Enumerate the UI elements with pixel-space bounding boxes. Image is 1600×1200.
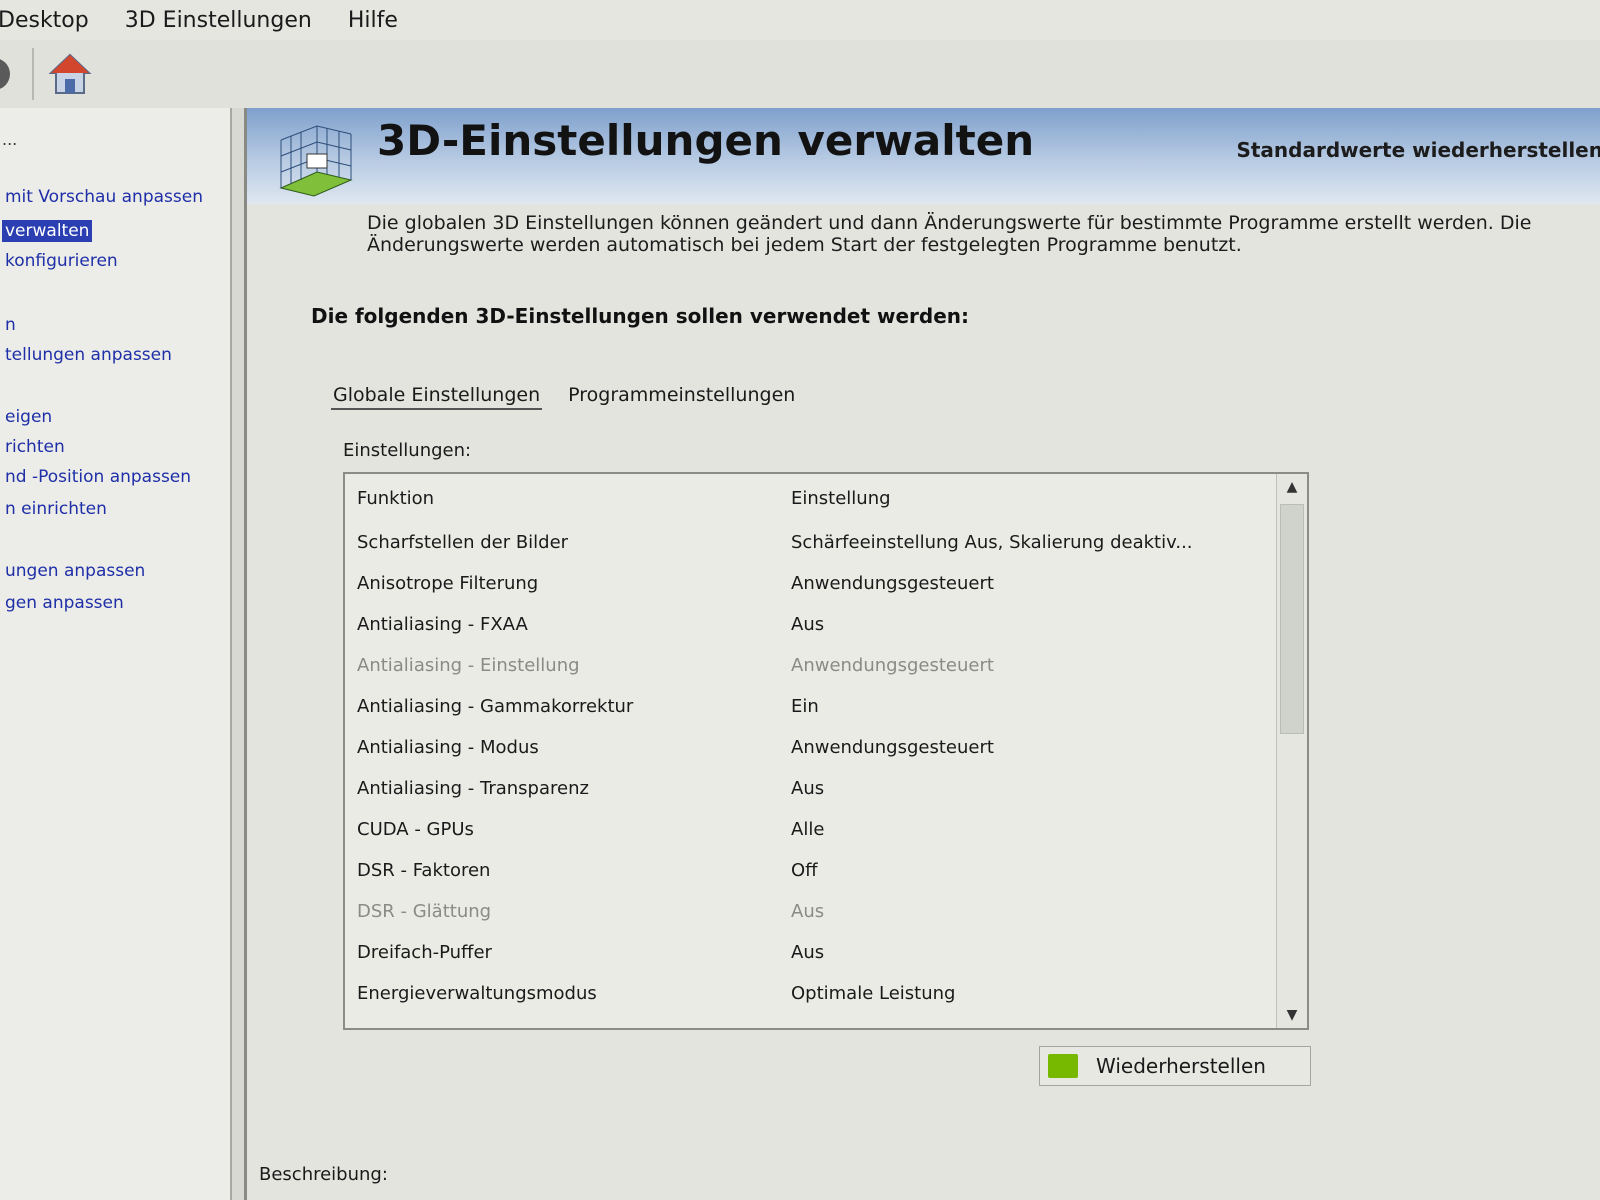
setting-feature: DSR - Faktoren bbox=[357, 860, 491, 881]
sidebar-link-einstellungen-anpassen[interactable]: tellungen anpassen bbox=[2, 344, 175, 366]
table-row[interactable]: Antialiasing - Einstellung Anwendungsgest… bbox=[345, 645, 1307, 686]
sidebar-link-n-einrichten[interactable]: n einrichten bbox=[2, 498, 110, 520]
sidebar-link-konfigurieren[interactable]: konfigurieren bbox=[2, 250, 121, 272]
table-row[interactable]: Dreifach-Puffer Aus bbox=[345, 932, 1307, 973]
restore-defaults-link[interactable]: Standardwerte wiederherstellen bbox=[1236, 138, 1600, 162]
setting-value: Schärfeeinstellung Aus, Skalierung deakt… bbox=[791, 532, 1193, 553]
sidebar-link-gen-anpassen[interactable]: gen anpassen bbox=[2, 592, 127, 614]
table-row[interactable]: DSR - Glättung Aus bbox=[345, 891, 1307, 932]
table-row[interactable]: Antialiasing - FXAA Aus bbox=[345, 604, 1307, 645]
sidebar-link-position-anpassen[interactable]: nd -Position anpassen bbox=[2, 466, 194, 488]
setting-feature: CUDA - GPUs bbox=[357, 819, 474, 840]
table-body: Scharfstellen der Bilder Schärfeeinstellu… bbox=[345, 522, 1307, 1014]
settings-table: Funktion Einstellung Scharfstellen der B… bbox=[343, 472, 1309, 1030]
setting-value: Anwendungsgesteuert bbox=[791, 573, 994, 594]
toolbar-separator bbox=[32, 48, 34, 100]
table-row[interactable]: CUDA - GPUs Alle bbox=[345, 809, 1307, 850]
main-panel: 3D-Einstellungen verwalten Standardwerte… bbox=[244, 108, 1600, 1200]
back-icon bbox=[0, 59, 10, 89]
column-header-funktion: Funktion bbox=[357, 487, 435, 509]
setting-value: Aus bbox=[791, 778, 825, 799]
table-row[interactable]: Antialiasing - Transparenz Aus bbox=[345, 768, 1307, 809]
intro-text: Die globalen 3D Einstellungen können geä… bbox=[367, 212, 1532, 256]
setting-value: Alle bbox=[791, 819, 825, 840]
page-banner: 3D-Einstellungen verwalten Standardwerte… bbox=[247, 108, 1600, 204]
table-row[interactable]: DSR - Faktoren Off bbox=[345, 850, 1307, 891]
setting-value: Ein bbox=[791, 696, 819, 717]
table-header: Funktion Einstellung bbox=[345, 474, 1307, 522]
tab-globale-einstellungen[interactable]: Globale Einstellungen bbox=[331, 382, 543, 410]
settings-tabs: Globale Einstellungen Programmeinstellun… bbox=[331, 382, 797, 410]
column-header-einstellung: Einstellung bbox=[791, 487, 891, 509]
setting-value: Anwendungsgesteuert bbox=[791, 737, 994, 758]
setting-feature: Scharfstellen der Bilder bbox=[357, 532, 569, 553]
setting-feature: Energieverwaltungsmodus bbox=[357, 983, 597, 1004]
table-row[interactable]: Antialiasing - Modus Anwendungsgesteuert bbox=[345, 727, 1307, 768]
setting-feature: Dreifach-Puffer bbox=[357, 942, 492, 963]
setting-value: Aus bbox=[791, 942, 825, 963]
setting-feature: Antialiasing - Gammakorrektur bbox=[357, 696, 634, 717]
setting-feature: Antialiasing - Transparenz bbox=[357, 778, 589, 799]
scroll-down-icon[interactable]: ▼ bbox=[1277, 1002, 1307, 1028]
setting-feature: Antialiasing - Modus bbox=[357, 737, 539, 758]
page-title: 3D-Einstellungen verwalten bbox=[377, 116, 1035, 165]
sidebar-link-vorschau-anpassen[interactable]: mit Vorschau anpassen bbox=[2, 186, 206, 208]
setting-value: Aus bbox=[791, 614, 825, 635]
table-row[interactable]: Antialiasing - Gammakorrektur Ein bbox=[345, 686, 1307, 727]
setting-feature: DSR - Glättung bbox=[357, 901, 492, 922]
nvidia-icon bbox=[1048, 1054, 1078, 1078]
sidebar-link-einrichten[interactable]: richten bbox=[2, 436, 68, 458]
sidebar-link-3d-verwalten[interactable]: verwalten bbox=[2, 220, 93, 242]
description-label: Beschreibung: bbox=[259, 1164, 388, 1185]
setting-feature: Antialiasing - FXAA bbox=[357, 614, 528, 635]
setting-feature: Antialiasing - Einstellung bbox=[357, 655, 580, 676]
scroll-thumb[interactable] bbox=[1280, 504, 1304, 734]
restore-button-label: Wiederherstellen bbox=[1096, 1054, 1266, 1078]
setting-value: Anwendungsgesteuert bbox=[791, 655, 994, 676]
table-row[interactable]: Energieverwaltungsmodus Optimale Leistung bbox=[345, 973, 1307, 1014]
setting-value: Off bbox=[791, 860, 818, 881]
menu-bar: Desktop 3D Einstellungen Hilfe bbox=[0, 0, 1600, 40]
restore-button[interactable]: Wiederherstellen bbox=[1039, 1046, 1311, 1086]
toolbar bbox=[0, 40, 1600, 108]
table-scrollbar[interactable]: ▲ ▼ bbox=[1276, 474, 1307, 1028]
setting-value: Optimale Leistung bbox=[791, 983, 956, 1004]
tab-programmeinstellungen[interactable]: Programmeinstellungen bbox=[566, 382, 797, 410]
home-icon bbox=[48, 53, 92, 94]
sidebar-truncated-label: ... bbox=[2, 130, 18, 149]
home-button[interactable] bbox=[46, 50, 94, 98]
sidebar-nav: ... mit Vorschau anpassen verwalten konf… bbox=[0, 108, 232, 1200]
table-row[interactable]: Anisotrope Filterung Anwendungsgesteuert bbox=[345, 563, 1307, 604]
sidebar-link-anzeigen[interactable]: eigen bbox=[2, 406, 55, 428]
settings-label: Einstellungen: bbox=[343, 440, 472, 461]
sidebar-link-ungen-anpassen[interactable]: ungen anpassen bbox=[2, 560, 148, 582]
menu-hilfe[interactable]: Hilfe bbox=[344, 6, 402, 35]
scroll-up-icon[interactable]: ▲ bbox=[1277, 474, 1307, 500]
section-heading: Die folgenden 3D-Einstellungen sollen ve… bbox=[311, 304, 970, 328]
setting-value: Aus bbox=[791, 901, 825, 922]
3d-settings-icon bbox=[279, 125, 353, 197]
sidebar-link-n[interactable]: n bbox=[2, 314, 19, 336]
menu-desktop[interactable]: Desktop bbox=[0, 6, 93, 35]
menu-3d-einstellungen[interactable]: 3D Einstellungen bbox=[121, 6, 316, 35]
setting-feature: Anisotrope Filterung bbox=[357, 573, 539, 594]
table-row[interactable]: Scharfstellen der Bilder Schärfeeinstellu… bbox=[345, 522, 1307, 563]
back-button[interactable] bbox=[0, 50, 20, 98]
